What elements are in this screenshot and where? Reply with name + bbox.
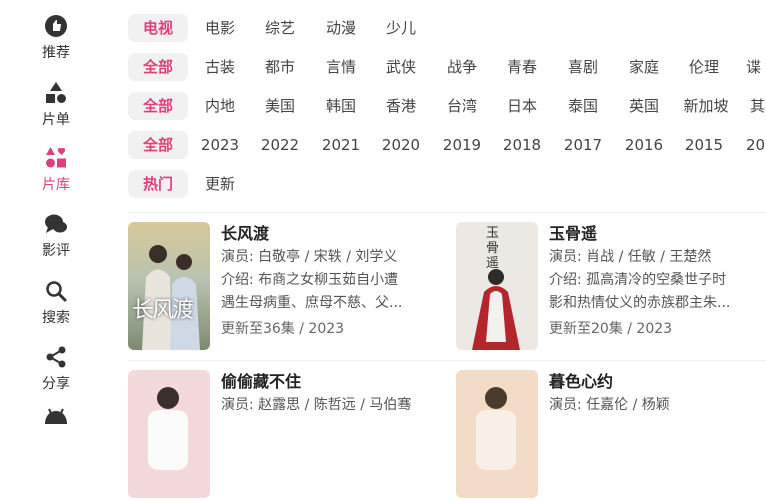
chip-variety[interactable]: 综艺 (252, 14, 308, 42)
show-card[interactable]: 暮色心约 演员: 任嘉伦 / 杨颖 (456, 370, 766, 500)
nav-label-search: 搜索 (42, 310, 70, 326)
chip-genre[interactable]: 谍 (746, 53, 766, 81)
chip-region[interactable]: 美国 (252, 92, 308, 120)
chip-year[interactable]: 2020 (373, 131, 429, 159)
divider (128, 212, 766, 213)
filter-panel: 电视 电影 综艺 动漫 少儿 全部 古装 都市 言情 武侠 战争 青春 喜剧 家… (128, 12, 766, 207)
poster-art (128, 222, 210, 350)
chip-genre[interactable]: 喜剧 (555, 53, 611, 81)
chip-year-all[interactable]: 全部 (128, 131, 188, 159)
nav-item-recommend[interactable]: 推荐 (0, 14, 112, 62)
filter-row-sort: 热门 更新 (128, 168, 766, 207)
share-icon (46, 346, 66, 368)
chip-genre[interactable]: 言情 (313, 53, 369, 81)
shapes-heart-icon (46, 147, 66, 168)
show-intro: 介绍: 布商之女柳玉茹自小遭 (221, 272, 399, 288)
chip-year[interactable]: 2017 (555, 131, 611, 159)
chip-genre[interactable]: 家庭 (616, 53, 672, 81)
show-title: 长风渡 (221, 224, 270, 243)
chip-kids[interactable]: 少儿 (373, 14, 429, 42)
chip-region[interactable]: 新加坡 (676, 92, 736, 120)
show-meta: 更新至20集 / 2023 (549, 321, 673, 337)
nav-label-playlists: 片单 (42, 112, 70, 128)
chip-region[interactable]: 泰国 (555, 92, 611, 120)
poster-image (456, 370, 538, 498)
chip-region[interactable]: 香港 (373, 92, 429, 120)
chip-region-all[interactable]: 全部 (128, 92, 188, 120)
chip-year[interactable]: 2023 (192, 131, 248, 159)
show-cast: 演员: 肖战 / 任敏 / 王楚然 (549, 249, 712, 265)
nav-item-library[interactable]: 片库 (0, 146, 112, 194)
filter-row-region: 全部 内地 美国 韩国 香港 台湾 日本 泰国 英国 新加坡 其 (128, 90, 766, 129)
chip-year[interactable]: 2018 (494, 131, 550, 159)
chip-genre[interactable]: 战争 (434, 53, 490, 81)
show-meta: 更新至36集 / 2023 (221, 321, 345, 337)
poster-image: 长风渡 (128, 222, 210, 350)
chip-year[interactable]: 2019 (434, 131, 490, 159)
chip-movie[interactable]: 电影 (192, 14, 248, 42)
nav-item-reviews[interactable]: 影评 (0, 212, 112, 260)
shapes-icon (46, 82, 66, 103)
chip-region[interactable]: 其 (750, 92, 766, 120)
divider (128, 360, 766, 361)
show-card[interactable]: 偷偷藏不住 演员: 赵露思 / 陈哲远 / 马伯骞 (128, 370, 438, 500)
chip-year[interactable]: 20 (746, 131, 766, 159)
poster-image (128, 370, 210, 498)
show-cast: 演员: 赵露思 / 陈哲远 / 马伯骞 (221, 397, 412, 413)
show-cast: 演员: 白敬亭 / 宋轶 / 刘学义 (221, 249, 398, 265)
nav-label-library: 片库 (42, 177, 70, 193)
chip-genre[interactable]: 青春 (494, 53, 550, 81)
show-card[interactable]: 长风渡 长风渡 演员: 白敬亭 / 宋轶 / 刘学义 介绍: 布商之女柳玉茹自小… (128, 222, 438, 352)
chat-bubble-icon (45, 214, 67, 233)
chip-region[interactable]: 台湾 (434, 92, 490, 120)
filter-row-genre: 全部 古装 都市 言情 武侠 战争 青春 喜剧 家庭 伦理 谍 (128, 51, 766, 90)
chip-region[interactable]: 英国 (616, 92, 672, 120)
show-title: 暮色心约 (549, 372, 614, 391)
poster-title: 长风渡 (132, 298, 194, 323)
nav-item-playlists[interactable]: 片单 (0, 81, 112, 129)
nav-label-reviews: 影评 (42, 243, 70, 259)
chip-year[interactable]: 2016 (616, 131, 672, 159)
chip-genre[interactable]: 武侠 (373, 53, 429, 81)
poster-image: 玉骨遥 (456, 222, 538, 350)
chip-region[interactable]: 内地 (192, 92, 248, 120)
filter-row-year: 全部 2023 2022 2021 2020 2019 2018 2017 20… (128, 129, 766, 168)
chip-sort-updated[interactable]: 更新 (192, 170, 248, 198)
show-intro: 介绍: 孤高清冷的空桑世子时 (549, 272, 727, 288)
chip-region[interactable]: 日本 (494, 92, 550, 120)
show-cast: 演员: 任嘉伦 / 杨颖 (549, 397, 670, 413)
show-title: 偷偷藏不住 (221, 372, 302, 391)
search-icon (46, 281, 67, 302)
nav-label-recommend: 推荐 (42, 45, 70, 61)
show-intro-cont: 遇生母病重、庶母不慈、父... (221, 295, 403, 311)
chip-genre-all[interactable]: 全部 (128, 53, 188, 81)
nav-item-search[interactable]: 搜索 (0, 279, 112, 327)
chip-year[interactable]: 2022 (252, 131, 308, 159)
chip-year[interactable]: 2021 (313, 131, 369, 159)
poster-title: 玉骨遥 (486, 226, 500, 271)
chip-genre[interactable]: 伦理 (676, 53, 732, 81)
chip-region[interactable]: 韩国 (313, 92, 369, 120)
sidebar-nav: 推荐 片单 片库 影评 搜索 分享 (0, 0, 112, 424)
show-card[interactable]: 玉骨遥 玉骨遥 演员: 肖战 / 任敏 / 王楚然 介绍: 孤高清冷的空桑世子时… (456, 222, 766, 352)
nav-label-share: 分享 (42, 376, 70, 392)
chip-tv[interactable]: 电视 (128, 14, 188, 42)
chip-sort-hot[interactable]: 热门 (128, 170, 188, 198)
chip-year[interactable]: 2015 (676, 131, 732, 159)
filter-row-type: 电视 电影 综艺 动漫 少儿 (128, 12, 766, 51)
chip-genre[interactable]: 都市 (252, 53, 308, 81)
poster-art (128, 370, 210, 498)
show-intro-cont: 影和热情仗义的赤族郡主朱... (549, 295, 731, 311)
chip-genre[interactable]: 古装 (192, 53, 248, 81)
nav-item-share[interactable]: 分享 (0, 345, 112, 393)
show-title: 玉骨遥 (549, 224, 598, 243)
poster-art (456, 370, 538, 498)
recommend-icon (45, 15, 67, 37)
chip-anime[interactable]: 动漫 (313, 14, 369, 42)
